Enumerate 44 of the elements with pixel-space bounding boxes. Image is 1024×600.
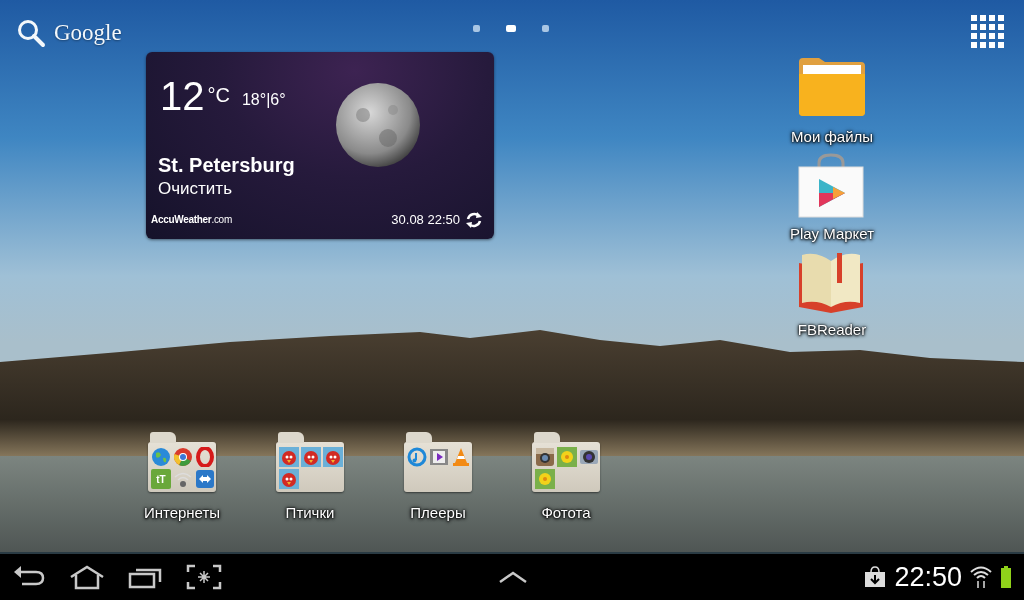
camera-icon: [535, 447, 555, 467]
ring-icon: [195, 447, 215, 467]
folder-label[interactable]: Плееры: [410, 502, 466, 525]
remote-icon: [195, 469, 215, 489]
refresh-icon[interactable]: [464, 210, 484, 230]
update-time: 30.08 22:50: [391, 211, 460, 230]
folder-label[interactable]: Птички: [285, 502, 335, 525]
browser-icon: [173, 447, 193, 467]
bird-icon: [323, 447, 343, 467]
download-bag-icon[interactable]: [864, 566, 887, 588]
home-icon[interactable]: [68, 564, 106, 590]
folder-icon[interactable]: [531, 432, 601, 494]
app-label[interactable]: Мои файлы: [790, 126, 874, 149]
temperature: 12: [160, 76, 205, 116]
provider-logo: AccuWeather.com: [151, 213, 232, 227]
flower-photo-icon: [557, 447, 577, 467]
cone-icon: [451, 447, 471, 467]
search-icon[interactable]: [16, 18, 46, 49]
weather-condition: Очистить: [158, 178, 232, 200]
lens-icon: [579, 447, 599, 467]
tile-icon: tT: [151, 469, 171, 489]
music-icon: [407, 447, 427, 467]
video-icon: [429, 447, 449, 467]
city-name: St. Petersburg: [158, 153, 295, 178]
clock-time: 22:50: [894, 563, 962, 591]
search-label[interactable]: Google: [54, 16, 122, 51]
globe-icon: [151, 447, 171, 467]
caret-up-icon[interactable]: [498, 569, 529, 585]
temperature-unit: °C: [207, 83, 230, 108]
wifi-signal-icon: [970, 565, 992, 589]
moon-icon: [333, 80, 423, 170]
folder-icon[interactable]: [275, 432, 345, 494]
screenshot-icon[interactable]: [186, 564, 222, 590]
battery-icon: [1000, 565, 1012, 589]
bird-icon: [301, 447, 321, 467]
bird-icon: [279, 469, 299, 489]
bird-icon: [279, 447, 299, 467]
high-low-temperature: 18°|6°: [241, 90, 286, 110]
shopping-bag-icon[interactable]: [797, 152, 867, 219]
folder-icon[interactable]: [403, 432, 473, 494]
folder-label[interactable]: Интернеты: [143, 502, 221, 525]
flower-photo-icon: [535, 469, 555, 489]
app-grid-icon[interactable]: [969, 13, 1005, 49]
folder-label[interactable]: Фотота: [541, 502, 591, 525]
